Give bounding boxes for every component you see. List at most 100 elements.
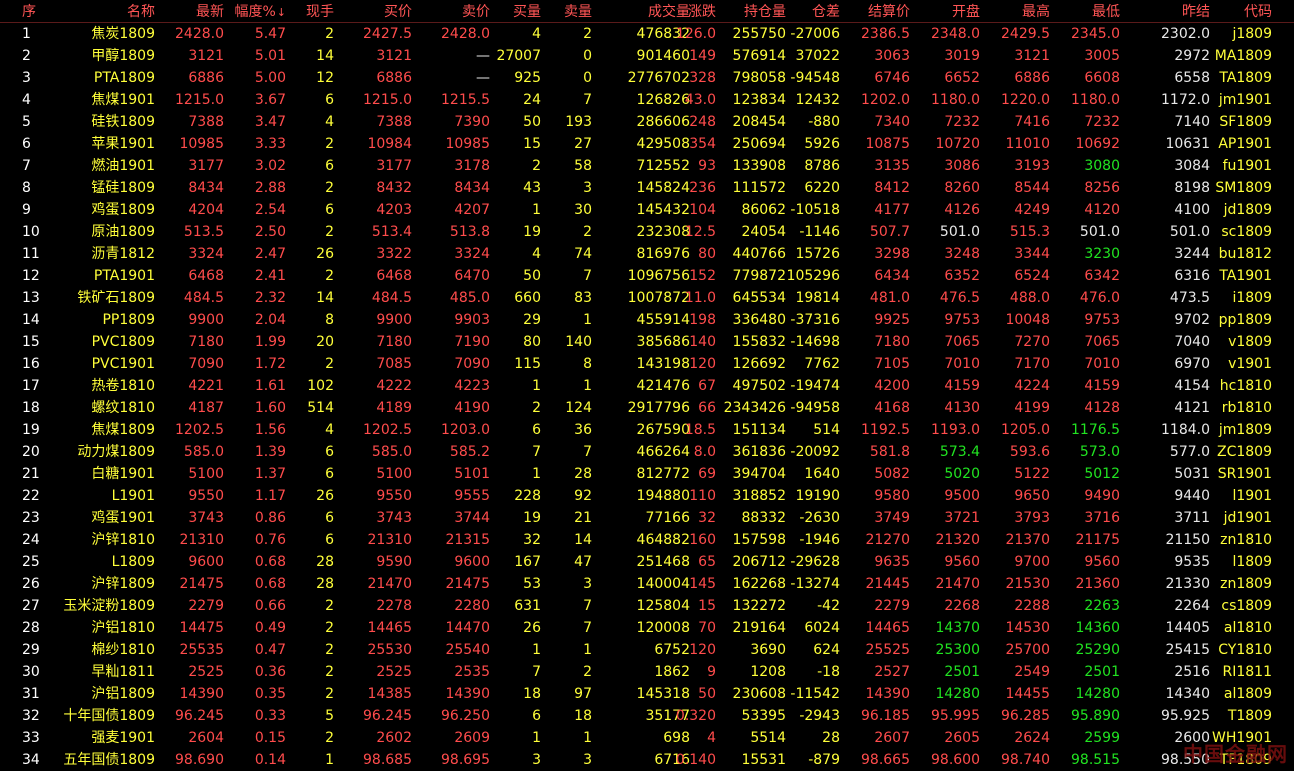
table-row[interactable]: 29 棉纱1810 25535 0.47 2 25530 25540 1 1 6752 120 369… xyxy=(0,639,1294,661)
change-percent: 1.61 xyxy=(254,378,286,394)
table-row[interactable]: 1 焦炭1809 2428.0 5.47 2 2427.5 2428.0 4 2 476832 12… xyxy=(0,23,1294,45)
high-price: 7170 xyxy=(1014,356,1050,372)
column-header-label: 幅度% xyxy=(234,4,276,20)
instrument-name-cn: 沪铝 xyxy=(91,620,120,636)
ask-price: 14390 xyxy=(445,686,490,702)
column-header-vol-now[interactable]: 现手 xyxy=(284,0,334,22)
contract-code: bu1812 xyxy=(1218,246,1272,262)
table-row[interactable]: 9 鸡蛋1809 4204 2.54 6 4203 4207 1 30 145432 104 8606… xyxy=(0,199,1294,221)
column-header-seq[interactable]: 序 xyxy=(22,0,46,22)
last-price: 2525 xyxy=(188,664,224,680)
column-header-ask-vol[interactable]: 卖量 xyxy=(532,0,592,22)
settlement-price: 9635 xyxy=(874,554,910,570)
table-row[interactable]: 26 沪锌1809 21475 0.68 28 21470 21475 53 3 140004 14… xyxy=(0,573,1294,595)
table-row[interactable]: 33 强麦1901 2604 0.15 2 2602 2609 1 1 698 4 5514 28 260… xyxy=(0,727,1294,749)
open-price: 2605 xyxy=(944,730,980,746)
table-row[interactable]: 25 L1809 9600 0.68 28 9590 9600 167 47 251468 65 20… xyxy=(0,551,1294,573)
table-row[interactable]: 13 铁矿石1809 484.5 2.32 14 484.5 485.0 660 83 10078… xyxy=(0,287,1294,309)
table-row[interactable]: 17 热卷1810 4221 1.61 102 4222 4223 1 1 421476 67 497… xyxy=(0,375,1294,397)
table-row[interactable]: 19 焦煤1809 1202.5 1.56 4 1202.5 1203.0 6 36 267590… xyxy=(0,419,1294,441)
table-row[interactable]: 6 苹果1901 10985 3.33 2 10984 10985 15 27 429508 354… xyxy=(0,133,1294,155)
column-header-low[interactable]: 最低 xyxy=(1050,0,1120,22)
table-row[interactable]: 12 PTA1901 6468 2.41 2 6468 6470 50 7 1096756 152 7… xyxy=(0,265,1294,287)
column-header-name[interactable]: 名称 xyxy=(105,0,155,22)
table-row[interactable]: 14 PP1809 9900 2.04 8 9900 9903 29 1 455914 198 336… xyxy=(0,309,1294,331)
change-percent: 0.14 xyxy=(254,752,286,768)
current-hand: 4 xyxy=(325,114,334,130)
current-hand: 20 xyxy=(316,334,334,350)
table-row[interactable]: 5 硅铁1809 7388 3.47 4 7388 7390 50 193 286606 248 20… xyxy=(0,111,1294,133)
table-row[interactable]: 10 原油1809 513.5 2.50 2 513.4 513.8 19 2 232308 12.… xyxy=(0,221,1294,243)
bid-price: 2602 xyxy=(376,730,412,746)
table-row[interactable]: 31 沪铝1809 14390 0.35 2 14385 14390 18 97 145318 50… xyxy=(0,683,1294,705)
column-header-bid[interactable]: 买价 xyxy=(332,0,412,22)
table-row[interactable]: 20 动力煤1809 585.0 1.39 6 585.0 585.2 7 7 466264 8.0… xyxy=(0,441,1294,463)
bid-price: 513.4 xyxy=(371,224,412,240)
table-row[interactable]: 15 PVC1809 7180 1.99 20 7180 7190 80 140 385686 14… xyxy=(0,331,1294,353)
ask-price: 2535 xyxy=(454,664,490,680)
bid-price: 8432 xyxy=(376,180,412,196)
contract-code: TA1901 xyxy=(1219,268,1272,284)
table-row[interactable]: 8 锰硅1809 8434 2.88 2 8432 8434 43 3 145824 236 1115… xyxy=(0,177,1294,199)
low-price: 5012 xyxy=(1084,466,1120,482)
table-row[interactable]: 18 螺纹1810 4187 1.60 514 4189 4190 2 124 2917796 66… xyxy=(0,397,1294,419)
settlement-price: 6746 xyxy=(874,70,910,86)
table-row[interactable]: 7 燃油1901 3177 3.02 6 3177 3178 2 58 712552 93 13390… xyxy=(0,155,1294,177)
table-row[interactable]: 22 L1901 9550 1.17 26 9550 9555 228 92 194880 110 3… xyxy=(0,485,1294,507)
last-price: 2428.0 xyxy=(175,26,224,42)
low-price: 1176.5 xyxy=(1071,422,1120,438)
settlement-price: 21445 xyxy=(865,576,910,592)
table-row[interactable]: 28 沪铝1810 14475 0.49 2 14465 14470 26 7 120008 70 2… xyxy=(0,617,1294,639)
low-price: 501.0 xyxy=(1079,224,1120,240)
instrument-name: 沪铝1810 xyxy=(35,617,155,639)
table-row[interactable]: 11 沥青1812 3324 2.47 26 3322 3324 4 74 816976 80 440… xyxy=(0,243,1294,265)
instrument-name: PTA1809 xyxy=(35,67,155,89)
column-header-open[interactable]: 开盘 xyxy=(910,0,980,22)
table-row[interactable]: 16 PVC1901 7090 1.72 2 7085 7090 115 8 143198 120 1… xyxy=(0,353,1294,375)
bid-price: 484.5 xyxy=(371,290,412,306)
change-percent: 2.50 xyxy=(254,224,286,240)
table-row[interactable]: 24 沪锌1810 21310 0.76 6 21310 21315 32 14 464882 16… xyxy=(0,529,1294,551)
current-hand: 2 xyxy=(325,598,334,614)
ask-price: 4223 xyxy=(454,378,490,394)
column-header-high[interactable]: 最高 xyxy=(980,0,1050,22)
instrument-name: 沪铝1809 xyxy=(35,683,155,705)
high-price: 2288 xyxy=(1014,598,1050,614)
table-row[interactable]: 4 焦煤1901 1215.0 3.67 6 1215.0 1215.5 24 7 126826 4… xyxy=(0,89,1294,111)
ask-price: 5101 xyxy=(454,466,490,482)
settlement-price: 7340 xyxy=(874,114,910,130)
settlement-price: 7105 xyxy=(874,356,910,372)
column-header-code[interactable]: 代码 xyxy=(1192,0,1272,22)
ask-volume: 1 xyxy=(583,312,592,328)
instrument-name-cn: 棉纱 xyxy=(91,642,120,658)
column-header-last[interactable]: 最新 xyxy=(154,0,224,22)
current-hand: 2 xyxy=(325,136,334,152)
instrument-name: 焦煤1809 xyxy=(35,419,155,441)
open-price: 9753 xyxy=(944,312,980,328)
instrument-name: 硅铁1809 xyxy=(35,111,155,133)
last-price: 3121 xyxy=(188,48,224,64)
column-header-ask[interactable]: 卖价 xyxy=(410,0,490,22)
ask-volume: 1 xyxy=(583,378,592,394)
ask-volume: 7 xyxy=(583,598,592,614)
ask-volume: 7 xyxy=(583,620,592,636)
open-price: 4130 xyxy=(944,400,980,416)
instrument-name-cn: 沪锌 xyxy=(91,532,120,548)
column-header-settle[interactable]: 结算价 xyxy=(830,0,910,22)
table-row[interactable]: 34 五年国债1809 98.690 0.14 1 98.685 98.695 3 3 6716 0… xyxy=(0,749,1294,771)
column-header-pct[interactable]: 幅度%↓ xyxy=(226,0,286,22)
table-row[interactable]: 2 甲醇1809 3121 5.01 14 3121—27007 0 901460 149 576… xyxy=(0,45,1294,67)
table-row[interactable]: 27 玉米淀粉1809 2279 0.66 2 2278 2280 631 7 125804 15 1… xyxy=(0,595,1294,617)
instrument-name-contract: 1809 xyxy=(119,48,155,64)
table-row[interactable]: 21 白糖1901 5100 1.37 6 5100 5101 1 28 812772 69 3947… xyxy=(0,463,1294,485)
low-price: 7232 xyxy=(1084,114,1120,130)
table-row[interactable]: 30 早籼1811 2525 0.36 2 2525 2535 7 2 1862 9 1208 -18 2… xyxy=(0,661,1294,683)
instrument-name-cn: 白糖 xyxy=(91,466,120,482)
table-row[interactable]: 23 鸡蛋1901 3743 0.86 6 3743 3744 19 21 77166 32 8833… xyxy=(0,507,1294,529)
table-row[interactable]: 32 十年国债1809 96.245 0.33 5 96.245 96.250 6 18 3517… xyxy=(0,705,1294,727)
instrument-name-contract: 1809 xyxy=(119,202,155,218)
instrument-name: 原油1809 xyxy=(35,221,155,243)
contract-code: al1810 xyxy=(1223,620,1272,636)
change-percent: 1.99 xyxy=(254,334,286,350)
table-row[interactable]: 3 PTA1809 6886 5.00 12 6886—925 0 2776702 328 798… xyxy=(0,67,1294,89)
